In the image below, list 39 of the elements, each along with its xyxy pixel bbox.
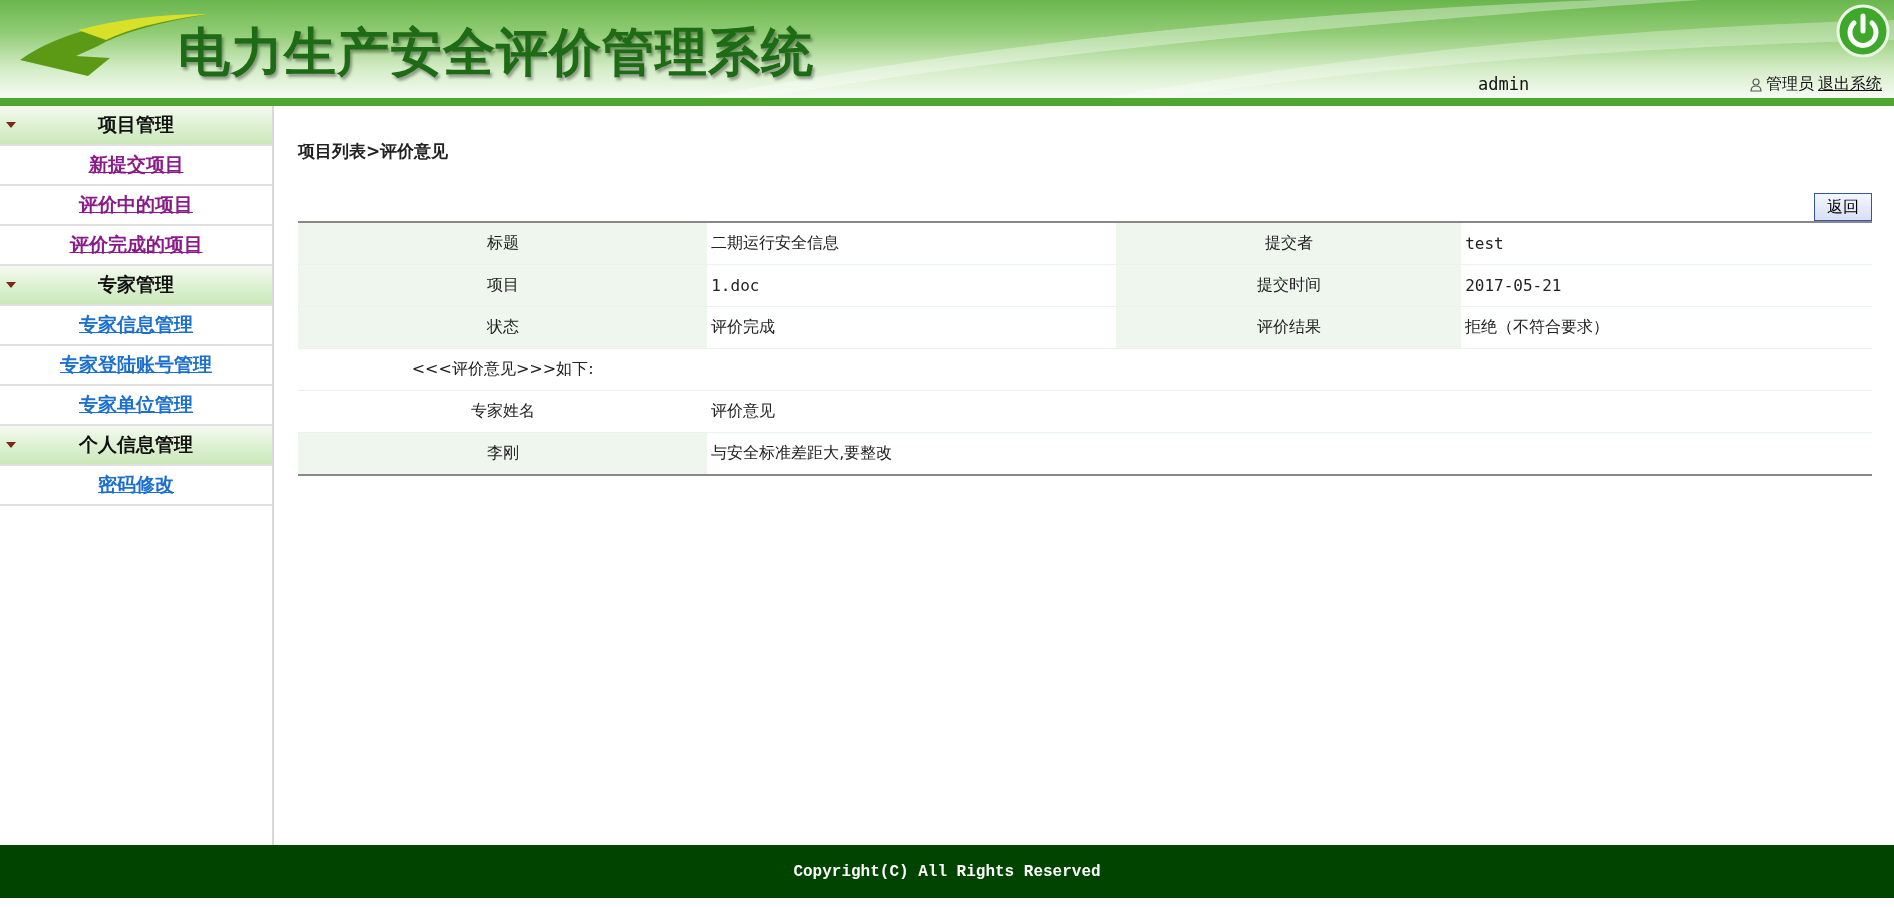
- field-value: 2017-05-21: [1461, 264, 1872, 307]
- caret-icon: [6, 441, 16, 449]
- field-label: 提交者: [1116, 222, 1462, 265]
- table-cell: 与安全标准差距大,要整改: [707, 432, 1872, 475]
- back-button[interactable]: 返回: [1814, 193, 1872, 221]
- field-value: 1.doc: [707, 264, 1117, 307]
- power-icon[interactable]: [1836, 4, 1890, 58]
- caret-icon: [6, 281, 16, 289]
- field-value: test: [1461, 222, 1872, 265]
- column-header: 评价意见: [707, 390, 1872, 433]
- user-role: 管理员: [1766, 74, 1814, 95]
- menu-link[interactable]: 密码修改: [98, 472, 174, 498]
- menu-link[interactable]: 评价完成的项目: [69, 232, 203, 258]
- field-label: 评价结果: [1116, 306, 1462, 349]
- field-label: 标题: [298, 222, 708, 265]
- section-heading: <<<评价意见>>>如下:: [298, 348, 708, 391]
- menu-link[interactable]: 专家单位管理: [79, 392, 193, 418]
- logout-link[interactable]: 退出系统: [1818, 74, 1882, 95]
- field-label: 状态: [298, 306, 708, 349]
- copyright-text: Copyright(C) All Rights Reserved: [793, 862, 1101, 881]
- field-value: 拒绝（不符合要求）: [1461, 306, 1872, 349]
- app-title: 电力生产安全评价管理系统: [178, 21, 814, 84]
- menu-group-header[interactable]: 个人信息管理: [0, 426, 272, 466]
- field-value: 评价完成: [707, 306, 1117, 349]
- menu-link[interactable]: 专家登陆账号管理: [60, 352, 212, 378]
- username: admin: [1478, 74, 1530, 94]
- menu-group-header[interactable]: 项目管理: [0, 106, 272, 146]
- breadcrumb: 项目列表>评价意见: [298, 140, 450, 163]
- menu-link[interactable]: 专家信息管理: [79, 312, 193, 338]
- field-label: 项目: [298, 264, 708, 307]
- user-icon: [1750, 77, 1762, 92]
- menu-link[interactable]: 新提交项目: [88, 152, 184, 178]
- menu-link[interactable]: 评价中的项目: [79, 192, 193, 218]
- field-label: 提交时间: [1116, 264, 1462, 307]
- column-header: 专家姓名: [298, 390, 708, 433]
- caret-icon: [6, 121, 16, 129]
- field-value: 二期运行安全信息: [707, 222, 1117, 265]
- table-cell: 李刚: [298, 432, 708, 475]
- menu-group-header[interactable]: 专家管理: [0, 266, 272, 306]
